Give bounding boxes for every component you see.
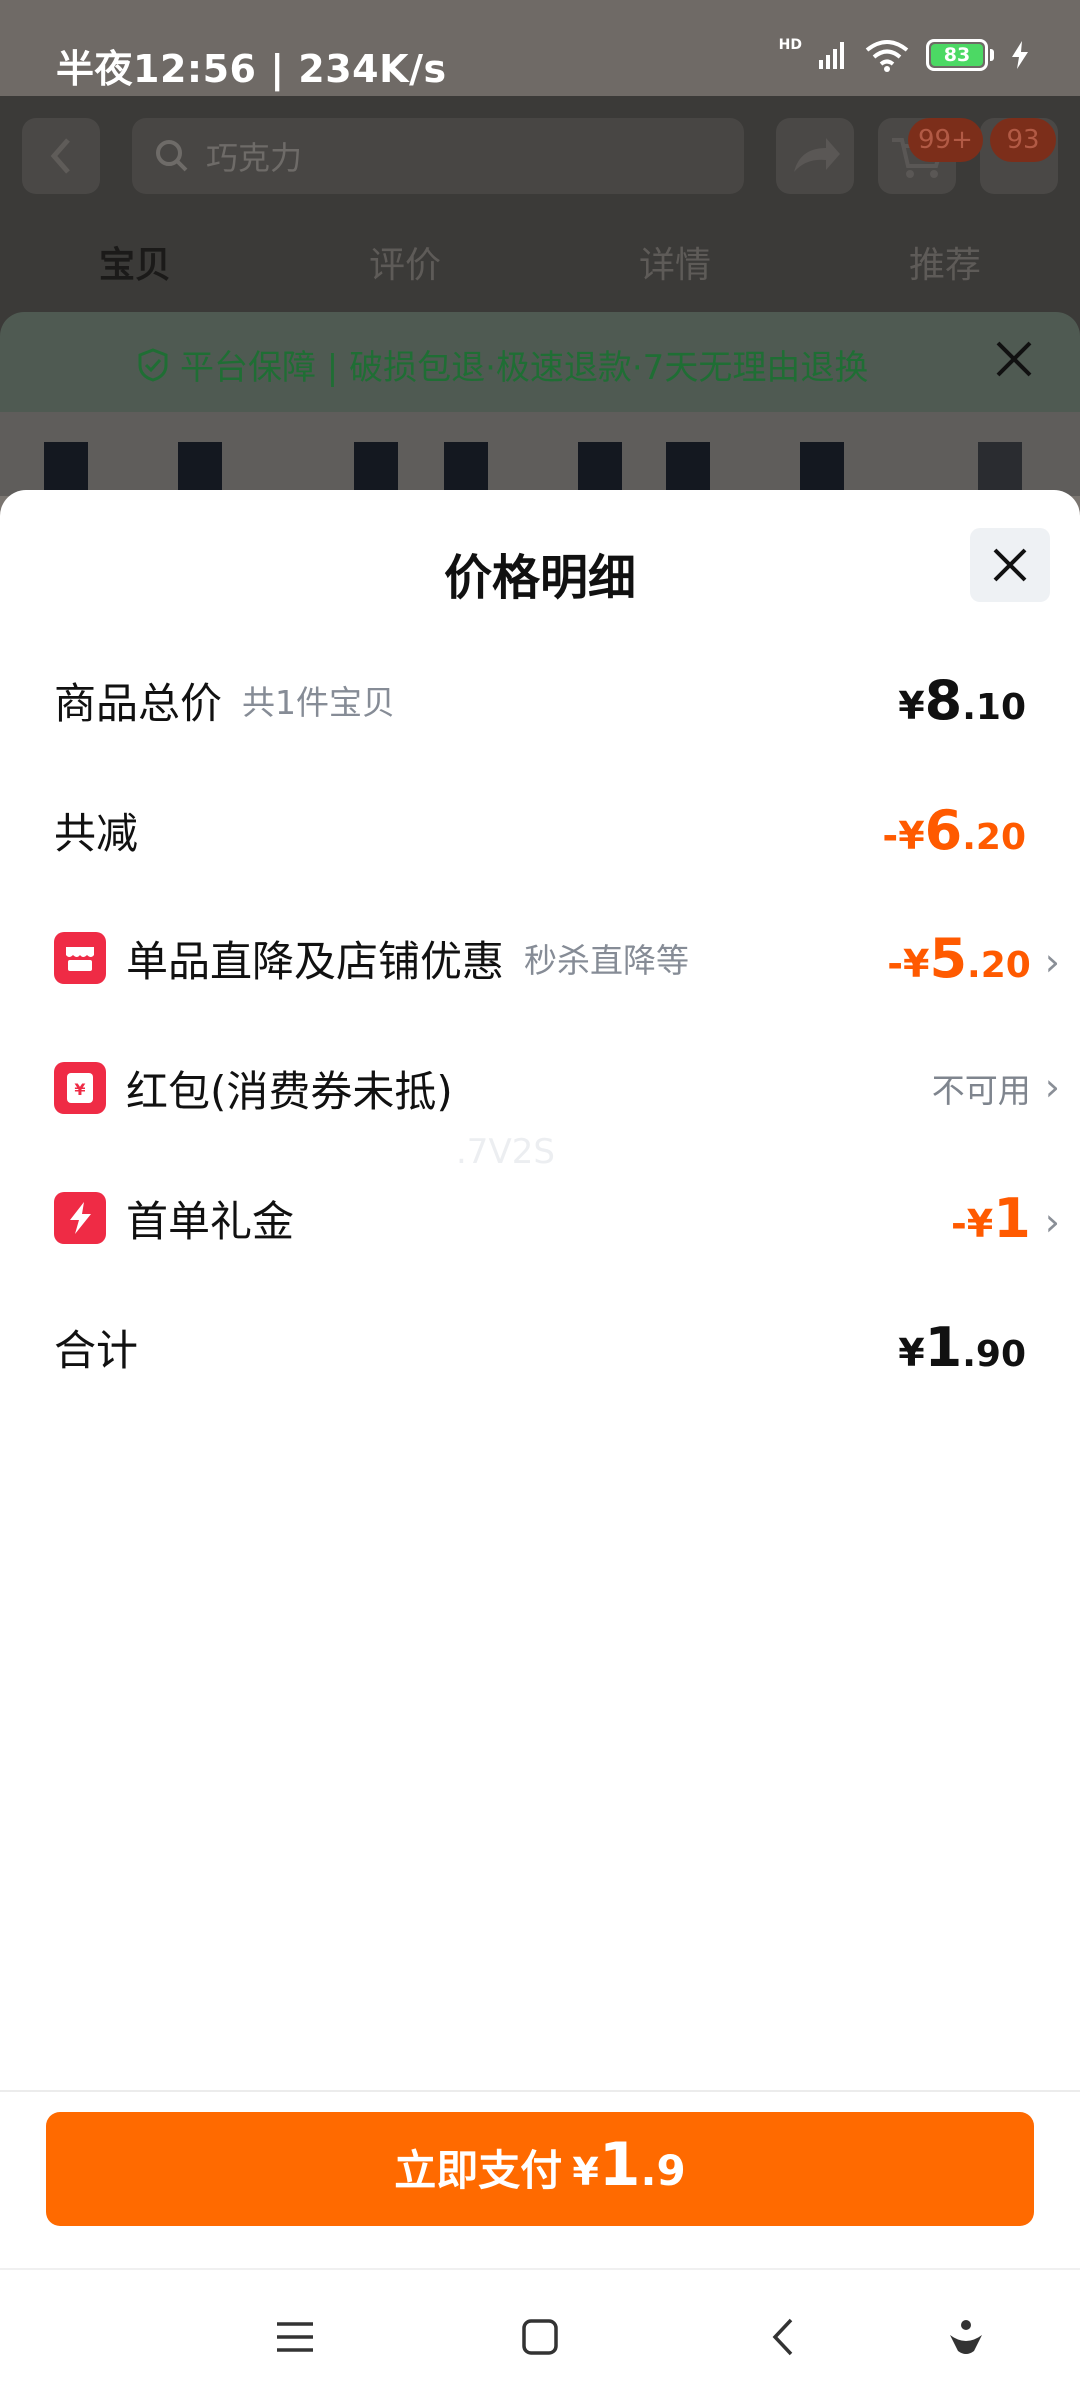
- guarantee-text-group: 平台保障 | 破损包退·极速退款·7天无理由退换: [136, 340, 868, 389]
- search-icon: [156, 140, 188, 172]
- first-order-right: -¥ 1 ›: [951, 1187, 1060, 1250]
- sum-label: 合计: [54, 1325, 139, 1375]
- row-item-discount[interactable]: 单品直降及店铺优惠 秒杀直降等 -¥ 5.20 ›: [54, 923, 1060, 993]
- red-packet-label: 红包(消费券未抵): [126, 1066, 453, 1116]
- home-square-icon: [522, 2319, 558, 2355]
- tab-item[interactable]: 宝贝: [0, 236, 270, 288]
- guarantee-text: 平台保障 | 破损包退·极速退款·7天无理由退换: [180, 348, 869, 388]
- first-order-value: -¥ 1: [951, 1186, 1031, 1250]
- nav-menu-button[interactable]: [265, 2312, 325, 2362]
- total-price-value: ¥8.10: [898, 668, 1026, 732]
- sheet-title: 价格明细: [443, 550, 636, 606]
- nav-assist-button[interactable]: [936, 2312, 996, 2362]
- close-icon: [993, 548, 1027, 582]
- assistant-icon: [950, 2320, 982, 2354]
- chevron-right-icon: ›: [1044, 939, 1060, 984]
- status-icons: HD 83: [778, 37, 1030, 72]
- share-button[interactable]: [776, 118, 854, 194]
- shop-icon: [54, 932, 106, 984]
- close-icon: [996, 341, 1032, 377]
- hd-indicator: HD: [778, 37, 802, 53]
- divider: [0, 2090, 1080, 2092]
- total-count-label: 共1件宝贝: [242, 683, 396, 722]
- nav-back-button[interactable]: [754, 2312, 814, 2362]
- lightning-icon: [54, 1192, 106, 1244]
- back-button[interactable]: [22, 118, 100, 194]
- reduction-label: 共减: [54, 808, 139, 858]
- status-time-speed: 半夜12:56 | 234K/s: [56, 47, 447, 91]
- chevron-right-icon: ›: [1044, 1065, 1060, 1109]
- pay-now-button[interactable]: 立即支付 ¥ 1 .9: [46, 2112, 1034, 2226]
- pay-currency: ¥: [572, 2150, 599, 2194]
- pay-amount-int: 1: [598, 2130, 641, 2200]
- status-bar: 半夜12:56 | 234K/s HD 83: [0, 0, 1080, 96]
- first-order-label: 首单礼金: [126, 1196, 295, 1246]
- row-total-reduction: 共减 -¥ 6.20: [54, 795, 1026, 865]
- chevron-right-icon: ›: [1044, 1199, 1060, 1244]
- cart-badge: 99+: [908, 118, 983, 162]
- item-discount-value: -¥ 5.20: [887, 926, 1031, 990]
- item-discount-label: 单品直降及店铺优惠: [126, 936, 505, 986]
- product-tabs: 宝贝 评价 详情 推荐: [0, 236, 1080, 288]
- menu-icon: [277, 2322, 313, 2352]
- red-packet-status: 不可用: [931, 1071, 1031, 1110]
- tab-recommend[interactable]: 推荐: [810, 236, 1080, 288]
- red-packet-right: 不可用 ›: [932, 1064, 1060, 1112]
- row-sum: 合计 ¥1.90: [54, 1312, 1026, 1382]
- search-bar[interactable]: 巧克力: [132, 118, 744, 194]
- battery-indicator: 83: [926, 39, 994, 71]
- reduction-value: -¥ 6.20: [882, 798, 1026, 862]
- row-total-price: 商品总价 共1件宝贝 ¥8.10: [54, 665, 1026, 735]
- pay-amount-dec: .9: [640, 2146, 686, 2195]
- system-nav-bar: [0, 2268, 1080, 2400]
- price-detail-sheet: 价格明细 商品总价 共1件宝贝 ¥8.10 共减 -¥ 6.20 单品直降及店铺优…: [0, 490, 1080, 2268]
- svg-text:¥: ¥: [74, 1080, 85, 1099]
- red-packet-icon: ¥: [54, 1062, 106, 1114]
- background-thumbnail-strip: [0, 412, 1080, 496]
- item-discount-sub: 秒杀直降等: [524, 941, 690, 980]
- guarantee-bar: 平台保障 | 破损包退·极速退款·7天无理由退换: [0, 312, 1080, 412]
- share-icon: [794, 138, 840, 172]
- battery-level: 83: [931, 44, 983, 66]
- item-discount-right: -¥ 5.20 ›: [887, 927, 1060, 990]
- back-chevron-icon: [772, 2318, 793, 2356]
- search-placeholder: 巧克力: [206, 139, 303, 177]
- shield-check-icon: [138, 347, 168, 382]
- tab-reviews[interactable]: 评价: [270, 236, 540, 288]
- nav-home-button[interactable]: [510, 2312, 570, 2362]
- watermark: .7V2S: [456, 1132, 555, 1172]
- tab-details[interactable]: 详情: [540, 236, 810, 288]
- guarantee-close-button[interactable]: [994, 336, 1034, 390]
- wifi-icon: [865, 40, 909, 72]
- signal-icon: [819, 42, 844, 69]
- row-red-packet[interactable]: ¥ 红包(消费券未抵) 不可用 ›: [54, 1053, 1060, 1123]
- pay-now-label: 立即支付: [394, 2146, 563, 2195]
- sheet-close-button[interactable]: [970, 528, 1050, 602]
- charging-icon: [1012, 41, 1028, 69]
- sum-value: ¥1.90: [898, 1315, 1026, 1379]
- back-arrow-icon: [50, 138, 70, 174]
- message-badge: 93: [990, 118, 1056, 162]
- total-price-label: 商品总价: [54, 678, 223, 728]
- row-first-order[interactable]: 首单礼金 -¥ 1 ›: [54, 1183, 1060, 1253]
